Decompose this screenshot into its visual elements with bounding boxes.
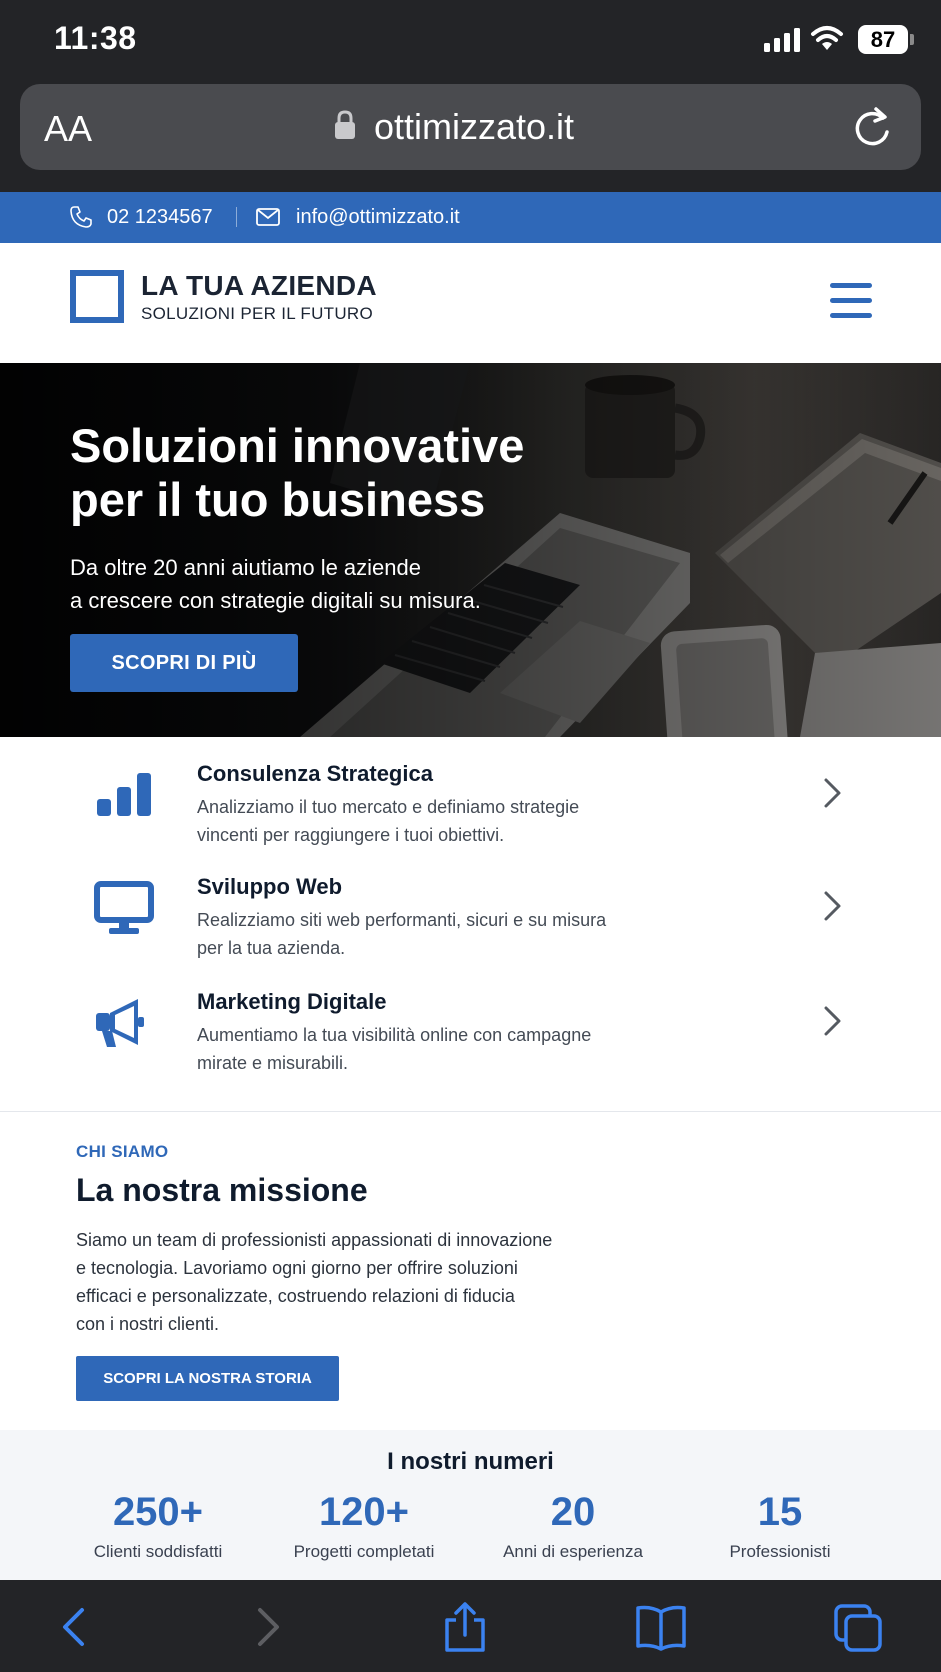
section-title: La nostra missione [76,1172,368,1208]
section-text: Siamo un team di professionisti appassio… [76,1226,566,1338]
share-icon[interactable] [438,1602,492,1652]
text-size-button[interactable]: AA [44,108,92,150]
lock-icon [335,110,355,139]
stat-item: 20 Anni di esperienza [468,1488,678,1562]
section-text-line: efficaci e personalizzate, costruendo re… [76,1286,515,1306]
hero-subtitle-line: a crescere con strategie digitali su mis… [70,588,481,613]
stat-label: Progetti completati [293,1542,435,1561]
contact-bar: 02 1234567 info@ottimizzato.it [0,192,941,243]
service-title: Sviluppo Web [197,874,343,899]
bar-chart-icon [97,773,151,816]
phone-icon [70,206,92,228]
service-description-line: mirate e misurabili. [197,1053,349,1073]
browser-address-area: AA ottimizzato.it [0,82,941,192]
chevron-right-icon[interactable] [822,890,844,922]
battery-tip [910,34,914,45]
phone-link[interactable]: 02 1234567 [107,206,213,229]
service-description-line: per la tua azienda. [197,938,346,958]
services-list: Consulenza Strategica Analizziamo il tuo… [0,737,941,1112]
tabs-icon[interactable] [832,1602,886,1652]
megaphone-icon [96,999,144,1047]
service-description-line: Realizziamo siti web performanti, sicuri… [197,910,607,930]
about-section: CHI SIAMO La nostra missione Siamo un te… [0,1112,941,1430]
service-description-line: vincenti per raggiungere i tuoi obiettiv… [197,825,505,845]
reload-icon[interactable] [850,104,894,150]
service-item-consulenza[interactable]: Consulenza Strategica Analizziamo il tuo… [0,737,941,851]
stat-label: Professionisti [729,1542,831,1561]
service-description: Aumentiamo la tua visibilità online con … [197,1021,627,1077]
forward-icon[interactable] [240,1602,294,1652]
stat-item: 250+ Clienti soddisfatti [53,1488,263,1562]
hero-title-line: Soluzioni innovative [70,419,525,472]
chevron-right-icon[interactable] [822,1005,844,1037]
service-description-line: Analizziamo il tuo mercato e definiamo s… [197,797,580,817]
hero-subtitle-line: Da oltre 20 anni aiutiamo le aziende [70,555,422,580]
section-eyebrow: CHI SIAMO [76,1142,169,1161]
stat-value: 20 [550,1490,596,1534]
hero-title-line: per il tuo business [70,473,486,526]
chevron-right-icon[interactable] [822,777,844,809]
address-bar[interactable]: AA ottimizzato.it [20,84,921,170]
service-description: Analizziamo il tuo mercato e definiamo s… [197,793,627,849]
brand-name[interactable]: LA TUA AZIENDA [141,270,377,302]
service-item-marketing[interactable]: Marketing Digitale Aumentiamo la tua vis… [0,965,941,1079]
email-link[interactable]: info@ottimizzato.it [296,206,460,229]
mail-icon [256,208,280,226]
stats-title: I nostri numeri [387,1448,554,1475]
service-description-line: Aumentiamo la tua visibilità online con … [197,1025,592,1045]
status-time: 11:38 [54,20,137,56]
monitor-icon [94,881,154,934]
stat-item: 15 Professionisti [675,1488,885,1562]
back-icon[interactable] [48,1602,102,1652]
section-text-line: e tecnologia. Lavoriamo ogni giorno per … [76,1258,518,1278]
hero-title: Soluzioni innovative per il tuo business [70,419,590,527]
section-text-line: Siamo un team di professionisti appassio… [76,1230,553,1250]
stat-value: 15 [757,1490,803,1534]
hero-section: Soluzioni innovative per il tuo business… [0,363,941,737]
service-title: Marketing Digitale [197,989,387,1014]
stat-item: 120+ Progetti completati [259,1488,469,1562]
stat-value: 120+ [318,1490,410,1534]
service-title: Consulenza Strategica [197,761,433,786]
our-story-button[interactable]: SCOPRI LA NOSTRA STORIA [76,1356,339,1401]
brand-tagline: SOLUZIONI PER IL FUTURO [141,304,374,323]
battery-level: 87 [858,25,908,54]
service-description: Realizziamo siti web performanti, sicuri… [197,906,627,962]
hamburger-menu-icon[interactable] [830,281,872,321]
hero-subtitle: Da oltre 20 anni aiutiamo le aziende a c… [70,551,540,617]
contact-divider [236,207,237,227]
discover-more-button[interactable]: SCOPRI DI PIÙ [70,634,298,692]
stats-section: I nostri numeri 250+ Clienti soddisfatti… [0,1430,941,1580]
status-bar: 11:38 87 [0,0,941,82]
bookmarks-icon[interactable] [634,1602,688,1652]
site-header: LA TUA AZIENDA SOLUZIONI PER IL FUTURO [0,243,941,363]
cellular-signal-icon [764,28,800,52]
section-text-line: con i nostri clienti. [76,1314,220,1334]
stat-value: 250+ [112,1490,204,1534]
service-item-sviluppo-web[interactable]: Sviluppo Web Realizziamo siti web perfor… [0,850,941,964]
browser-toolbar [0,1580,941,1672]
stat-label: Clienti soddisfatti [93,1542,223,1561]
stat-label: Anni di esperienza [503,1542,643,1561]
logo-mark[interactable] [70,270,124,323]
wifi-icon [811,26,843,50]
url-domain[interactable]: ottimizzato.it [374,106,574,148]
